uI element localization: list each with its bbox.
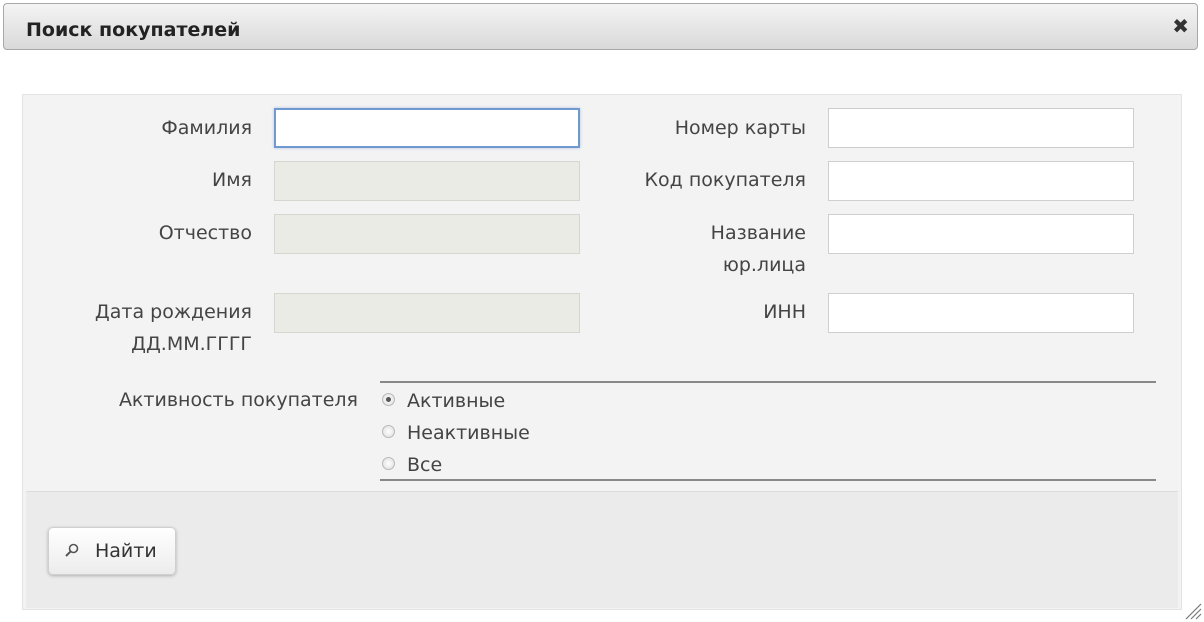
birth-date-input[interactable] (274, 293, 580, 333)
legal-name-label: Название юр.лица (600, 217, 806, 281)
last-name-input[interactable] (274, 108, 580, 148)
inn-input[interactable] (828, 293, 1134, 333)
birth-date-label: Дата рождения ДД.ММ.ГГГГ (40, 296, 252, 360)
radio-inactive-label: Неактивные (407, 422, 530, 444)
radio-option-active[interactable]: Активные (380, 386, 580, 416)
first-name-input[interactable] (274, 161, 580, 201)
radio-all-label: Все (407, 454, 443, 476)
activity-label: Активность покупателя (118, 389, 358, 411)
radio-active-label: Активные (407, 390, 506, 412)
radio-option-inactive[interactable]: Неактивные (380, 418, 580, 448)
radio-inactive[interactable] (382, 425, 395, 438)
last-name-label: Фамилия (161, 117, 252, 139)
radio-active[interactable] (382, 393, 395, 406)
legal-name-input[interactable] (828, 214, 1134, 254)
customer-code-label: Код покупателя (644, 169, 806, 191)
card-number-input[interactable] (828, 108, 1134, 148)
birth-date-label-format: ДД.ММ.ГГГГ (131, 333, 252, 355)
radio-option-all[interactable]: Все (380, 450, 580, 480)
card-number-label: Номер карты (674, 117, 806, 139)
radio-selected-dot (386, 397, 391, 402)
patronymic-label: Отчество (158, 222, 252, 244)
dialog-title: Поиск покупателей (26, 19, 241, 41)
patronymic-input[interactable] (274, 214, 580, 254)
resize-grip-icon[interactable] (1184, 602, 1202, 620)
legal-name-label-line1: Название (710, 222, 806, 244)
search-button[interactable]: Найти (48, 527, 176, 575)
close-icon[interactable]: ✖ (1172, 16, 1189, 36)
search-button-label: Найти (95, 540, 157, 562)
radio-group-bottom-border (380, 479, 1156, 481)
customer-code-input[interactable] (828, 161, 1134, 201)
birth-date-label-title: Дата рождения (94, 301, 252, 323)
search-icon (65, 543, 79, 557)
form-footer (26, 491, 1178, 608)
radio-group-top-border (380, 381, 1156, 383)
legal-name-label-line2: юр.лица (722, 254, 806, 276)
dialog-titlebar[interactable]: Поиск покупателей ✖ (3, 3, 1198, 50)
first-name-label: Имя (212, 169, 252, 191)
radio-all[interactable] (382, 457, 395, 470)
inn-label: ИНН (763, 301, 806, 323)
